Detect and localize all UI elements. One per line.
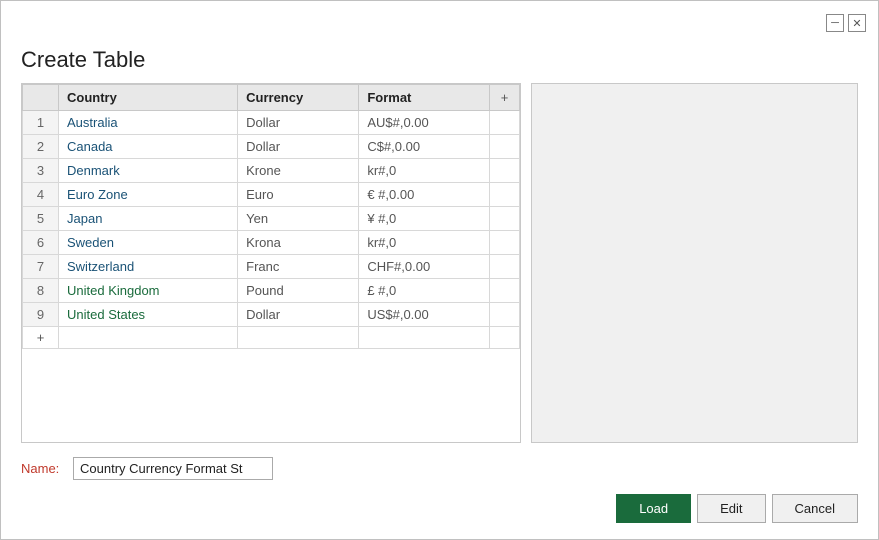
row-currency: Euro: [238, 183, 359, 207]
row-format: ¥ #,0: [359, 207, 490, 231]
row-country: Japan: [59, 207, 238, 231]
row-country: Switzerland: [59, 255, 238, 279]
row-format: £ #,0: [359, 279, 490, 303]
row-num: 1: [23, 111, 59, 135]
row-plus: [490, 135, 520, 159]
row-country: Euro Zone: [59, 183, 238, 207]
button-row: Load Edit Cancel: [21, 494, 858, 523]
row-plus: [490, 159, 520, 183]
side-panel: [531, 83, 858, 443]
minimize-button[interactable]: ─: [826, 14, 844, 32]
col-header-format: Format: [359, 85, 490, 111]
row-country: United Kingdom: [59, 279, 238, 303]
data-table: Country Currency Format + 1 Australia Do…: [22, 84, 520, 349]
row-num: 2: [23, 135, 59, 159]
row-plus: [490, 303, 520, 327]
row-currency: Pound: [238, 279, 359, 303]
row-num: 4: [23, 183, 59, 207]
title-bar: ─ ✕: [1, 1, 878, 37]
row-plus: [490, 183, 520, 207]
bottom-area: Name: Load Edit Cancel: [1, 443, 878, 539]
close-button[interactable]: ✕: [848, 14, 866, 32]
name-row: Name:: [21, 457, 858, 480]
row-currency: Franc: [238, 255, 359, 279]
row-currency: Dollar: [238, 135, 359, 159]
row-plus: [490, 279, 520, 303]
row-num: 7: [23, 255, 59, 279]
row-country: Sweden: [59, 231, 238, 255]
dialog-title: Create Table: [1, 37, 878, 83]
row-plus: [490, 231, 520, 255]
row-format: C$#,0.00: [359, 135, 490, 159]
row-plus: [490, 255, 520, 279]
col-header-plus[interactable]: +: [490, 85, 520, 111]
row-format: kr#,0: [359, 231, 490, 255]
table-row[interactable]: 5 Japan Yen ¥ #,0: [23, 207, 520, 231]
table-panel: Country Currency Format + 1 Australia Do…: [21, 83, 521, 443]
row-format: kr#,0: [359, 159, 490, 183]
content-area: Country Currency Format + 1 Australia Do…: [1, 83, 878, 443]
row-country: Canada: [59, 135, 238, 159]
row-currency: Krone: [238, 159, 359, 183]
col-header-num: [23, 85, 59, 111]
row-num: 9: [23, 303, 59, 327]
add-row[interactable]: +: [23, 327, 520, 349]
row-format: € #,0.00: [359, 183, 490, 207]
col-header-country: Country: [59, 85, 238, 111]
edit-button[interactable]: Edit: [697, 494, 765, 523]
table-row[interactable]: 4 Euro Zone Euro € #,0.00: [23, 183, 520, 207]
row-num: 3: [23, 159, 59, 183]
row-country: United States: [59, 303, 238, 327]
table-row[interactable]: 6 Sweden Krona kr#,0: [23, 231, 520, 255]
row-country: Australia: [59, 111, 238, 135]
load-button[interactable]: Load: [616, 494, 691, 523]
row-currency: Dollar: [238, 303, 359, 327]
name-label: Name:: [21, 461, 65, 476]
create-table-dialog: ─ ✕ Create Table Country Currency Format…: [0, 0, 879, 540]
row-currency: Yen: [238, 207, 359, 231]
row-num: 6: [23, 231, 59, 255]
cancel-button[interactable]: Cancel: [772, 494, 858, 523]
row-country: Denmark: [59, 159, 238, 183]
row-format: AU$#,0.00: [359, 111, 490, 135]
add-row-plus[interactable]: +: [23, 327, 59, 349]
table-row[interactable]: 7 Switzerland Franc CHF#,0.00: [23, 255, 520, 279]
row-plus: [490, 207, 520, 231]
col-header-currency: Currency: [238, 85, 359, 111]
row-num: 8: [23, 279, 59, 303]
title-bar-controls: ─ ✕: [826, 14, 866, 32]
row-format: US$#,0.00: [359, 303, 490, 327]
table-row[interactable]: 1 Australia Dollar AU$#,0.00: [23, 111, 520, 135]
row-currency: Krona: [238, 231, 359, 255]
table-row[interactable]: 8 United Kingdom Pound £ #,0: [23, 279, 520, 303]
row-num: 5: [23, 207, 59, 231]
row-currency: Dollar: [238, 111, 359, 135]
name-input[interactable]: [73, 457, 273, 480]
table-row[interactable]: 3 Denmark Krone kr#,0: [23, 159, 520, 183]
table-row[interactable]: 2 Canada Dollar C$#,0.00: [23, 135, 520, 159]
row-format: CHF#,0.00: [359, 255, 490, 279]
table-row[interactable]: 9 United States Dollar US$#,0.00: [23, 303, 520, 327]
row-plus: [490, 111, 520, 135]
